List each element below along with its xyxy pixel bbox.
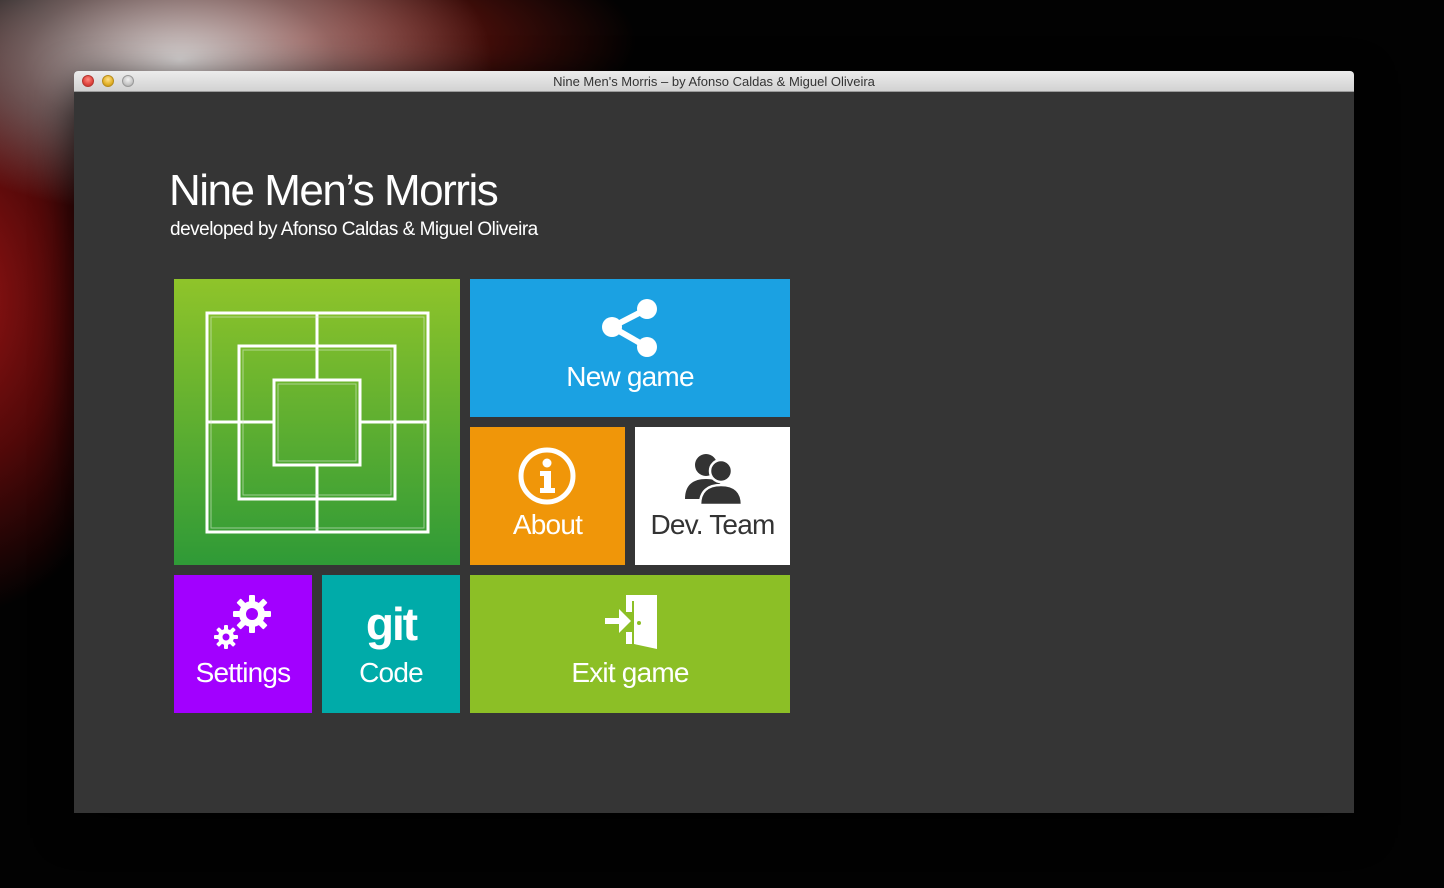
exit-game-label: Exit game [571,657,689,688]
settings-label: Settings [195,657,292,688]
new-game-tile[interactable]: New game [470,279,790,417]
exit-door-icon [605,595,657,649]
code-tile[interactable]: git Code [322,575,460,713]
page-subtitle: developed by Afonso Caldas & Miguel Oliv… [170,219,538,240]
about-tile[interactable]: About [470,427,625,565]
code-label: Code [359,657,424,688]
gears-icon [214,595,271,649]
main-content: Nine Men’s Morris developed by Afonso Ca… [74,92,1354,813]
info-icon [518,447,576,505]
users-icon [685,454,744,505]
app-window: Nine Men's Morris – by Afonso Caldas & M… [74,71,1354,813]
dev-team-tile[interactable]: Dev. Team [635,427,790,565]
settings-tile[interactable]: Settings [174,575,312,713]
new-game-label: New game [566,361,694,392]
share-icon [602,299,657,357]
window-title: Nine Men's Morris – by Afonso Caldas & M… [553,74,875,89]
morris-board-icon [205,311,430,534]
dev-team-label: Dev. Team [650,509,775,540]
page-title: Nine Men’s Morris [169,166,499,215]
about-label: About [512,509,583,540]
board-tile[interactable] [174,279,460,565]
window-titlebar[interactable]: Nine Men's Morris – by Afonso Caldas & M… [74,71,1354,92]
exit-game-tile[interactable]: Exit game [470,575,790,713]
git-icon: git [365,598,418,650]
